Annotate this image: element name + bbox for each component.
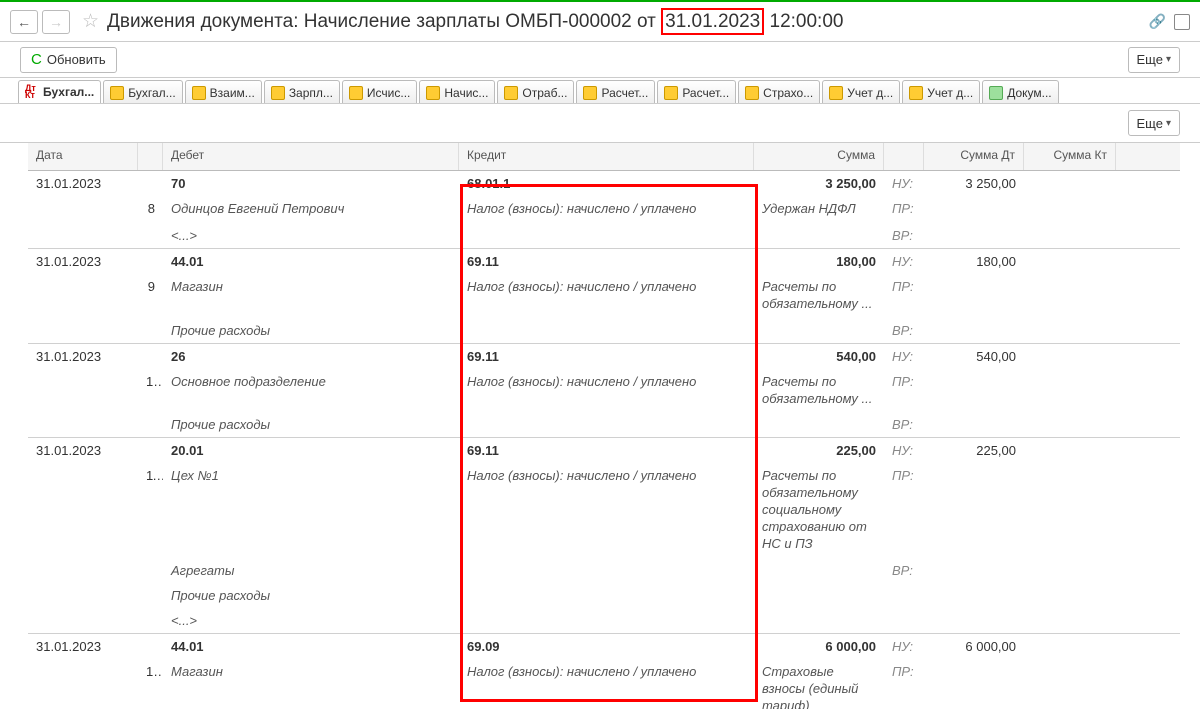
- register-icon: [271, 86, 285, 100]
- register-icon: [745, 86, 759, 100]
- more-button[interactable]: Еще: [1128, 47, 1180, 73]
- tab-3[interactable]: Зарпл...: [264, 80, 340, 104]
- tab-4[interactable]: Исчис...: [342, 80, 417, 104]
- accounting-table: Дата Дебет Кредит Сумма Сумма Дт Сумма К…: [0, 142, 1200, 709]
- register-icon: [909, 86, 923, 100]
- header: ← → ☆ Движения документа: Начисление зар…: [0, 2, 1200, 42]
- table-row[interactable]: 31.01.20237068.01.13 250,00НУ:3 250,008О…: [28, 171, 1180, 249]
- register-icon: [349, 86, 363, 100]
- dk-icon: ДтКт: [25, 85, 39, 99]
- back-button[interactable]: ←: [10, 10, 38, 34]
- col-credit: Кредит: [459, 143, 754, 170]
- col-sum: Сумма: [754, 143, 884, 170]
- register-icon: [192, 86, 206, 100]
- forward-button[interactable]: →: [42, 10, 70, 34]
- document-title: Движения документа: Начисление зарплаты …: [107, 11, 843, 33]
- tab-2[interactable]: Взаим...: [185, 80, 262, 104]
- col-sum-dt: Сумма Дт: [924, 143, 1024, 170]
- table-row[interactable]: 31.01.202344.0169.11180,00НУ:180,009Мага…: [28, 249, 1180, 344]
- tab-12[interactable]: Докум...: [982, 80, 1058, 104]
- table-row[interactable]: 31.01.202344.0169.096 000,00НУ:6 000,001…: [28, 634, 1180, 709]
- refresh-button[interactable]: С Обновить: [20, 47, 117, 73]
- tab-6[interactable]: Отраб...: [497, 80, 574, 104]
- table-row[interactable]: 31.01.202320.0169.11225,00НУ:225,0011Цех…: [28, 438, 1180, 633]
- refresh-icon: С: [31, 51, 42, 68]
- toolbar: С Обновить Еще: [0, 42, 1200, 78]
- tab-5[interactable]: Начис...: [419, 80, 495, 104]
- tab-0[interactable]: ДтКтБухгал...: [18, 80, 101, 104]
- table-row[interactable]: 31.01.20232669.11540,00НУ:540,0010Основн…: [28, 344, 1180, 439]
- tab-8[interactable]: Расчет...: [657, 80, 736, 104]
- tab-9[interactable]: Страхо...: [738, 80, 820, 104]
- tabs: ДтКтБухгал...Бухгал...Взаим...Зарпл...Ис…: [0, 78, 1200, 104]
- col-debit: Дебет: [163, 143, 459, 170]
- table-header: Дата Дебет Кредит Сумма Сумма Дт Сумма К…: [28, 143, 1180, 171]
- register-icon: [110, 86, 124, 100]
- status-button[interactable]: [1174, 14, 1190, 30]
- table-icon: [989, 86, 1003, 100]
- tab-10[interactable]: Учет д...: [822, 80, 900, 104]
- register-icon: [426, 86, 440, 100]
- register-icon: [583, 86, 597, 100]
- favorite-icon[interactable]: ☆: [82, 10, 99, 33]
- col-date: Дата: [28, 143, 138, 170]
- tab-11[interactable]: Учет д...: [902, 80, 980, 104]
- sub-toolbar: Еще: [0, 104, 1200, 142]
- register-icon: [829, 86, 843, 100]
- tab-7[interactable]: Расчет...: [576, 80, 655, 104]
- tab-1[interactable]: Бухгал...: [103, 80, 182, 104]
- document-date-highlighted: 31.01.2023: [661, 8, 764, 35]
- register-icon: [504, 86, 518, 100]
- more-button-2[interactable]: Еще: [1128, 110, 1180, 136]
- link-icon[interactable]: 🔗: [1149, 13, 1166, 30]
- col-sum-kt: Сумма Кт: [1024, 143, 1116, 170]
- register-icon: [664, 86, 678, 100]
